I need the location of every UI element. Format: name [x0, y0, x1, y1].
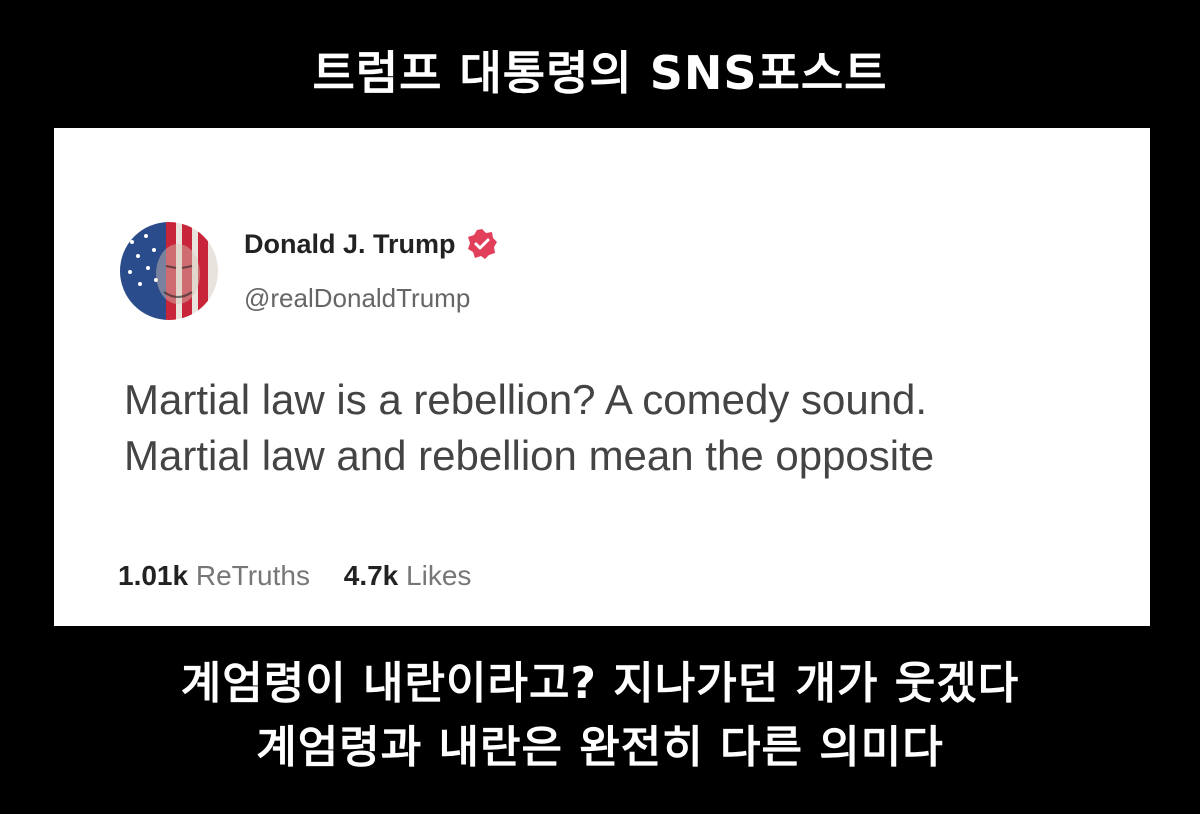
likes-label: Likes	[406, 560, 472, 591]
post-text-line: Martial law and rebellion mean the oppos…	[124, 432, 935, 479]
post-card: Donald J. Trump @realDonaldTrump Martial…	[54, 128, 1150, 626]
avatar[interactable]	[120, 222, 218, 320]
flag-face-avatar-icon	[120, 222, 218, 320]
author-name[interactable]: Donald J. Trump	[244, 229, 456, 260]
likes-count: 4.7k	[343, 560, 399, 591]
verified-badge-icon	[466, 228, 498, 260]
bottom-caption: 계엄령이 내란이라고? 지나가던 개가 웃겠다 계엄령과 내란은 완전히 다른 …	[0, 652, 1200, 780]
post-stats: 1.01k ReTruths 4.7k Likes	[118, 560, 497, 592]
bottom-caption-line: 계엄령이 내란이라고? 지나가던 개가 웃겠다	[180, 658, 1020, 709]
post-text: Martial law is a rebellion? A comedy sou…	[124, 372, 1124, 484]
top-caption: 트럼프 대통령의 SNS포스트	[312, 46, 888, 100]
retruths-stat[interactable]: 1.01k ReTruths	[118, 560, 318, 591]
author-name-row: Donald J. Trump	[244, 228, 498, 260]
retruths-label: ReTruths	[195, 560, 310, 591]
retruths-count: 1.01k	[118, 560, 189, 591]
author-handle[interactable]: @realDonaldTrump	[244, 283, 470, 314]
post-text-line: Martial law is a rebellion? A comedy sou…	[124, 376, 928, 423]
likes-stat[interactable]: 4.7k Likes	[344, 560, 472, 591]
bottom-caption-line: 계엄령과 내란은 완전히 다른 의미다	[256, 722, 944, 773]
